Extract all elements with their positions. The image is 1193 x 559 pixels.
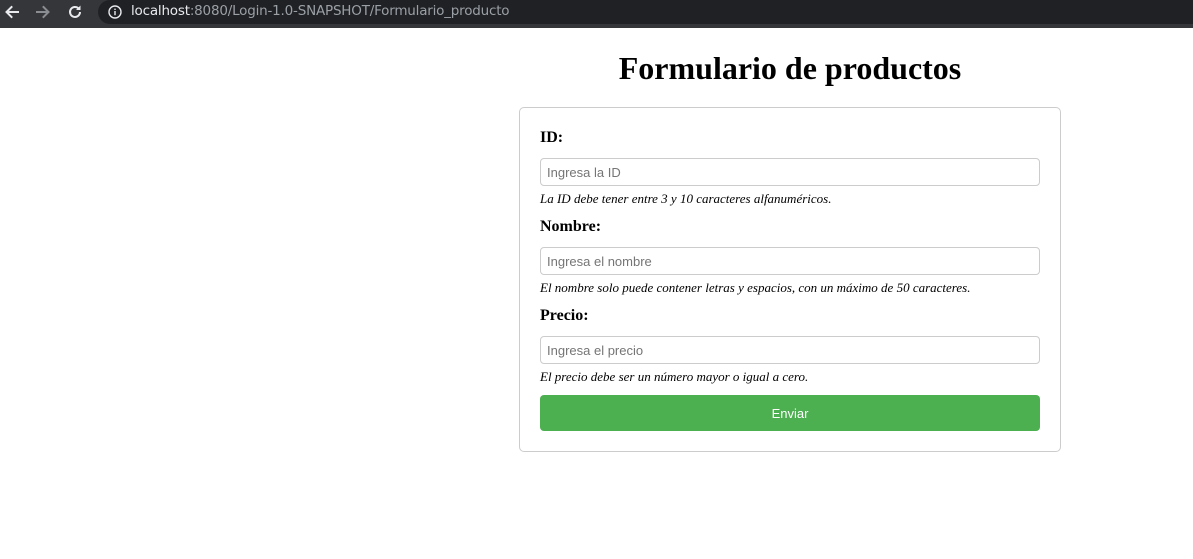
url-text: localhost:8080/Login-1.0-SNAPSHOT/Formul… <box>131 3 510 19</box>
id-hint: La ID debe tener entre 3 y 10 caracteres… <box>540 191 832 206</box>
price-input[interactable] <box>540 336 1040 364</box>
submit-button[interactable]: Enviar <box>540 395 1040 431</box>
name-input[interactable] <box>540 247 1040 275</box>
forward-button[interactable] <box>31 2 55 22</box>
price-hint: El precio debe ser un número mayor o igu… <box>540 369 809 384</box>
url-path: :8080/Login-1.0-SNAPSHOT/Formulario_prod… <box>189 3 510 19</box>
id-input[interactable] <box>540 158 1040 186</box>
arrow-left-icon <box>5 5 19 19</box>
id-label: ID: <box>540 129 564 146</box>
back-button[interactable] <box>0 2 24 22</box>
product-form: ID: La ID debe tener entre 3 y 10 caract… <box>519 107 1061 452</box>
page-title: Formulario de productos <box>618 50 962 86</box>
name-hint: El nombre solo puede contener letras y e… <box>540 280 971 295</box>
address-bar[interactable]: localhost:8080/Login-1.0-SNAPSHOT/Formul… <box>98 0 1193 24</box>
info-icon[interactable] <box>107 4 123 20</box>
url-host: localhost <box>131 3 190 19</box>
reload-icon <box>69 5 81 18</box>
browser-toolbar: localhost:8080/Login-1.0-SNAPSHOT/Formul… <box>0 0 1193 28</box>
reload-button[interactable] <box>63 2 87 22</box>
price-label: Precio: <box>540 307 589 324</box>
arrow-right-icon <box>36 5 50 19</box>
name-label: Nombre: <box>540 218 602 235</box>
